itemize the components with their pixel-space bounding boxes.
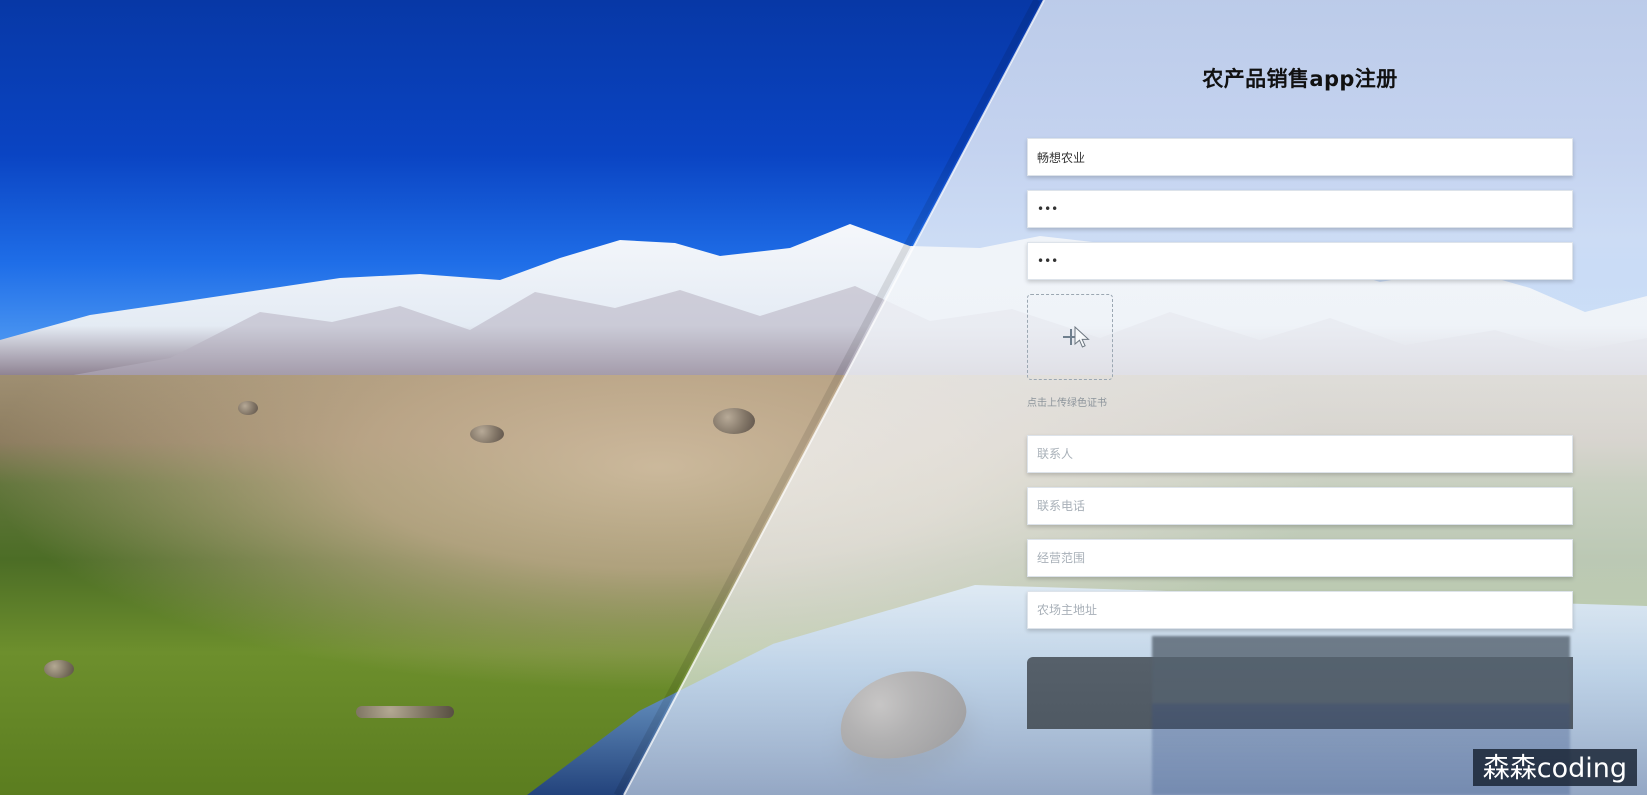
stone [356, 706, 454, 718]
company-name-input[interactable] [1027, 138, 1573, 176]
stone [238, 401, 258, 415]
stone [713, 408, 755, 434]
stone [44, 660, 74, 678]
stone [470, 425, 504, 443]
cursor-icon [1074, 326, 1090, 348]
confirm-password-input[interactable] [1027, 242, 1573, 280]
registration-form: 农产品销售app注册 点击上传绿色证书 [1027, 64, 1573, 733]
contact-phone-input[interactable] [1027, 487, 1573, 525]
watermark: 森森coding [1472, 749, 1637, 786]
registration-page: 农产品销售app注册 点击上传绿色证书 森森coding [0, 0, 1647, 795]
page-title: 农产品销售app注册 [1202, 67, 1398, 91]
upload-hint: 点击上传绿色证书 [1027, 398, 1107, 409]
farm-address-input[interactable] [1027, 591, 1573, 629]
password-input[interactable] [1027, 190, 1573, 228]
business-scope-input[interactable] [1027, 539, 1573, 577]
contact-person-input[interactable] [1027, 435, 1573, 473]
certificate-upload[interactable] [1027, 294, 1113, 380]
